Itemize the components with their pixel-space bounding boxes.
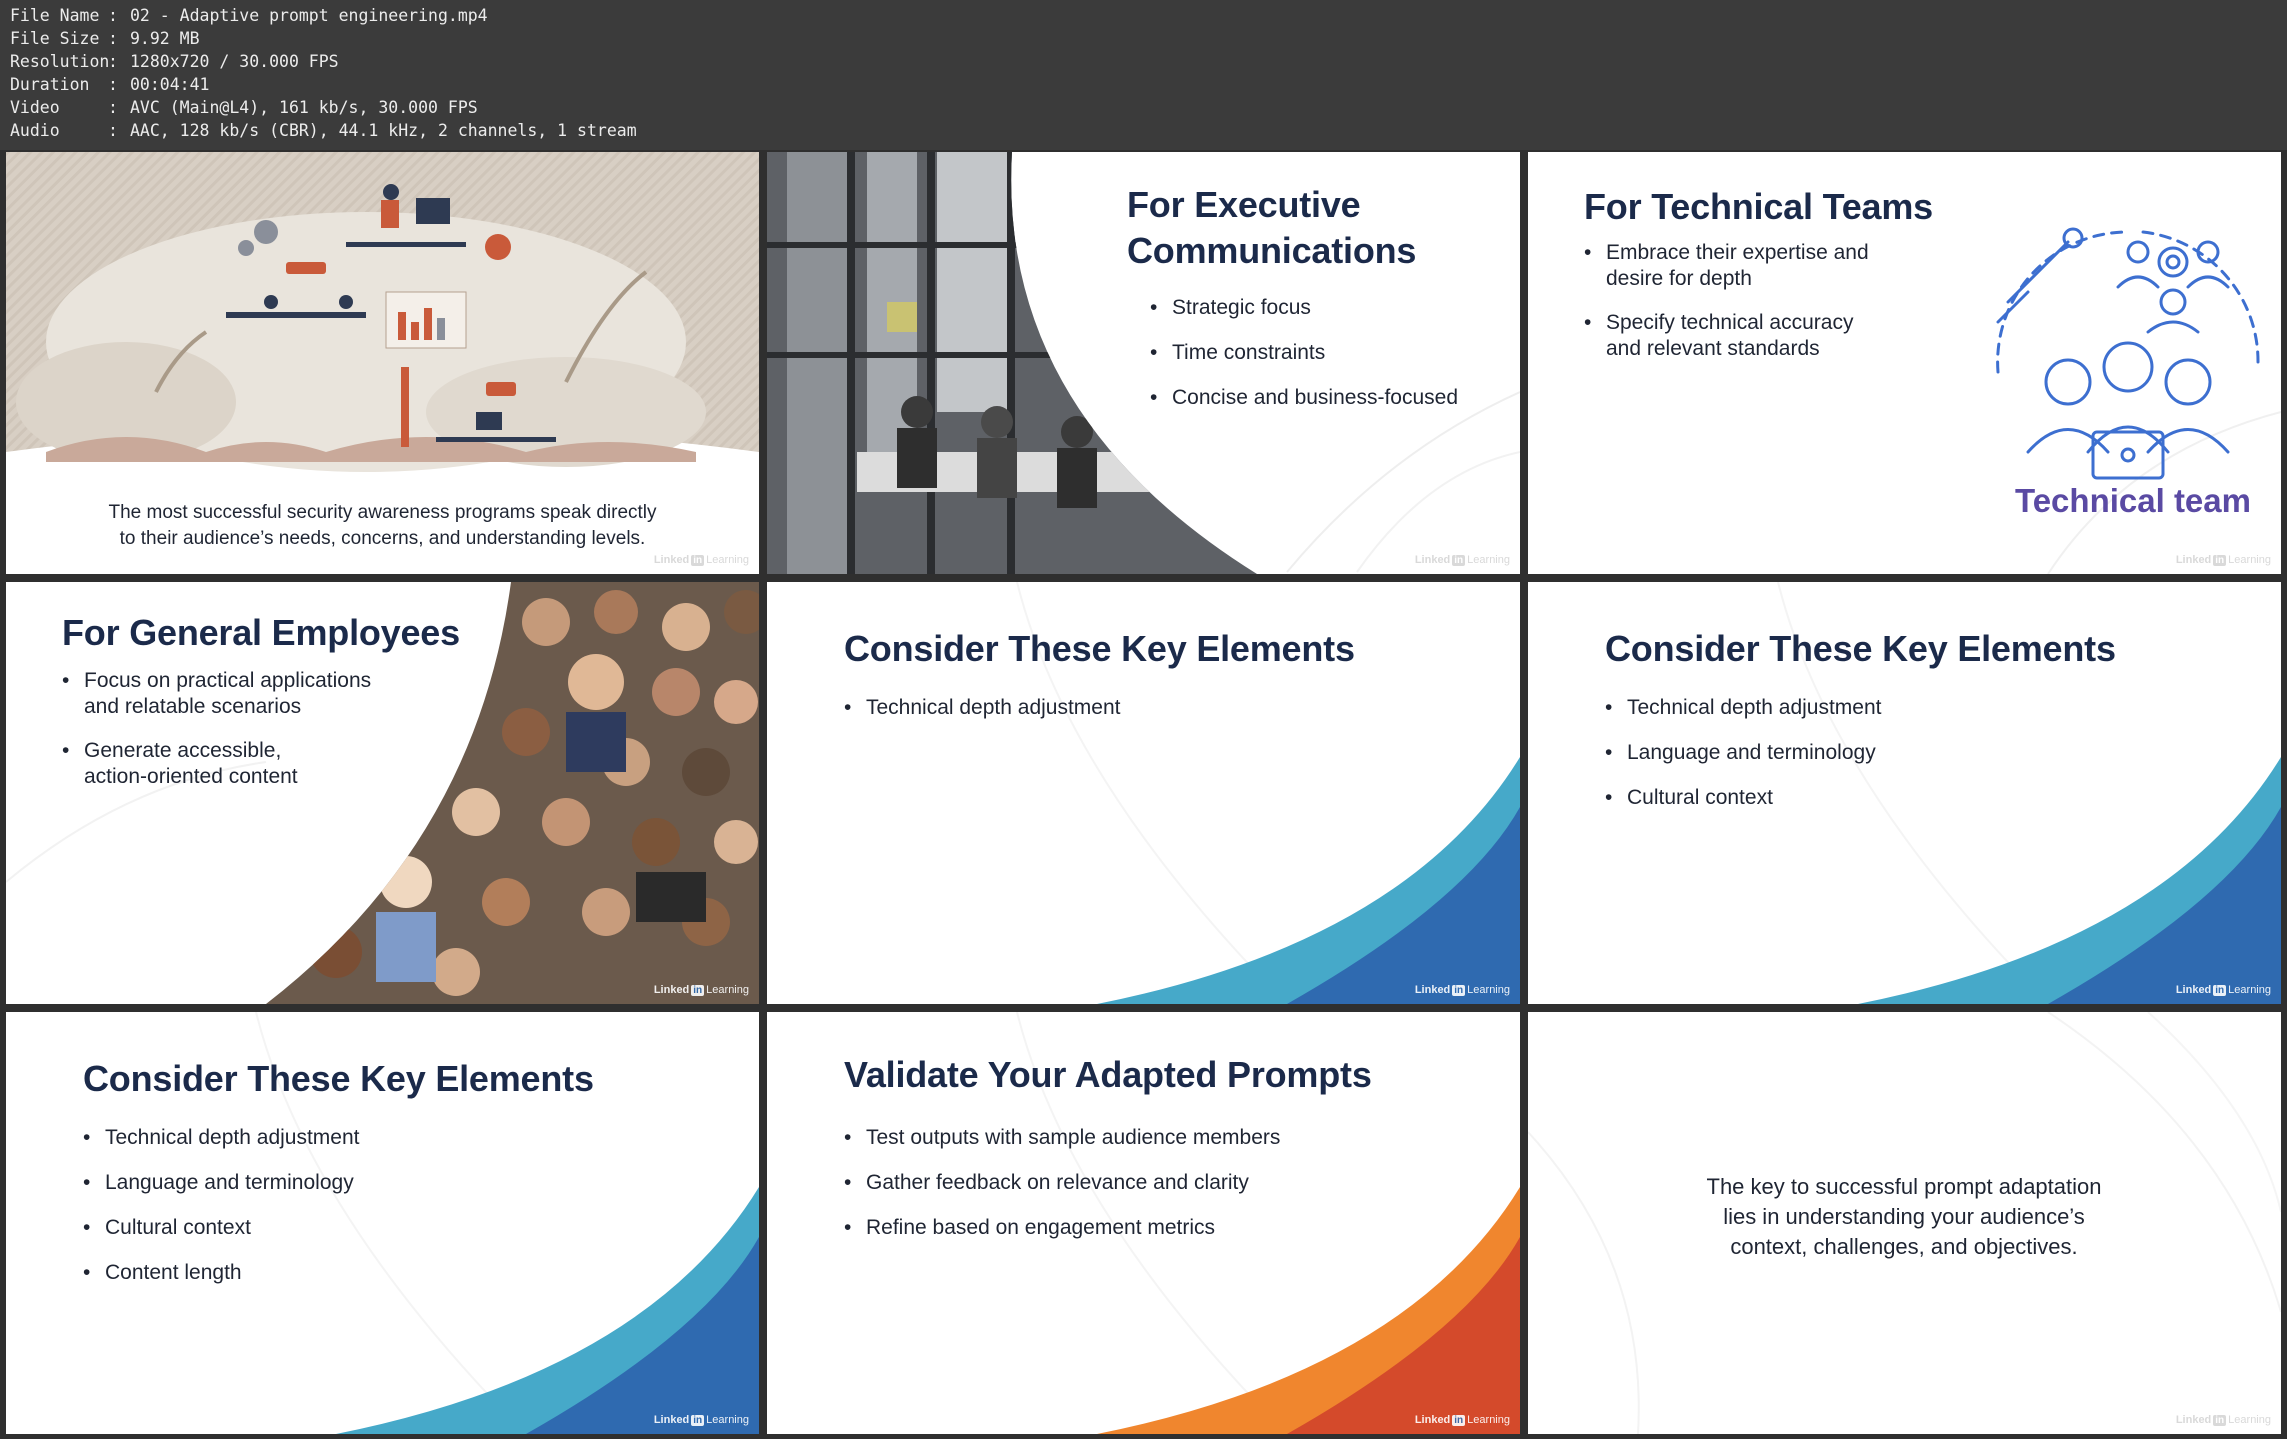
slide-thumbnail-3[interactable]: For Technical Teams Embrace their expert… (1528, 152, 2281, 574)
linkedin-learning-logo: Linked in Learning (2175, 984, 2271, 996)
linkedin-learning-logo: Linked in Learning (1414, 984, 1510, 996)
slide-title: For Technical Teams (1584, 186, 1933, 227)
closing-statement: The key to successful prompt adaptation … (1706, 1174, 2102, 1259)
linkedin-learning-logo: Linked in Learning (653, 1414, 749, 1426)
wrench-icon (1996, 227, 2084, 324)
slide-title: For General Employees (62, 612, 460, 653)
slide-thumbnail-1[interactable]: The most successful security awareness p… (6, 152, 759, 574)
file-info-panel: File Name:02 - Adaptive prompt engineeri… (0, 0, 2287, 150)
linkedin-learning-logo: Linked in Learning (1414, 1414, 1510, 1426)
slide-thumbnail-4[interactable]: For General Employees Focus on practical… (6, 582, 759, 1004)
file-info-row: Audio: AAC, 128 kb/s (CBR), 44.1 kHz, 2 c… (10, 121, 637, 140)
bullet-list: Test outputs with sample audience member… (844, 1124, 1484, 1259)
file-info-row: File Size:9.92 MB (10, 29, 200, 48)
bullet-item: Cultural context (83, 1214, 683, 1241)
bullet-item: Cultural context (1605, 784, 2205, 811)
gear-icon (2157, 246, 2189, 278)
linkedin-learning-logo: Linked in Learning (2175, 554, 2271, 566)
slide-title: Consider These Key Elements (1605, 628, 2116, 669)
file-info-row: File Name:02 - Adaptive prompt engineeri… (10, 6, 488, 25)
bullet-list: Technical depth adjustment Language and … (83, 1124, 683, 1304)
bullet-item: Technical depth adjustment (1605, 694, 2205, 721)
bullet-list: Embrace their expertise anddesire for de… (1584, 240, 1924, 380)
slide-thumbnail-5[interactable]: Consider These Key Elements Technical de… (767, 582, 1520, 1004)
bullet-item: Generate accessible,action-oriented cont… (62, 738, 392, 790)
bullet-item: Time constraints (1150, 339, 1510, 366)
bullet-item: Content length (83, 1259, 683, 1286)
bullet-list: Strategic focus Time constraints Concise… (1150, 294, 1510, 429)
file-info-row: Video: AVC (Main@L4), 161 kb/s, 30.000 FP… (10, 98, 478, 117)
bullet-item: Embrace their expertise anddesire for de… (1584, 240, 1924, 292)
file-info-row: Resolution: 1280x720 / 30.000 FPS (10, 52, 339, 71)
bullet-item: Test outputs with sample audience member… (844, 1124, 1484, 1151)
linkedin-learning-logo: Linked in Learning (1414, 554, 1510, 566)
bullet-list: Technical depth adjustment Language and … (1605, 694, 2205, 829)
slide-title: Consider These Key Elements (83, 1058, 594, 1099)
users-icon (2026, 240, 2230, 454)
slide-title: Validate Your Adapted Prompts (844, 1054, 1372, 1095)
laptop-icon (2091, 430, 2165, 480)
bullet-item: Technical depth adjustment (844, 694, 1444, 721)
illustration-label: Technical team (2015, 482, 2251, 519)
slide-thumbnail-6[interactable]: Consider These Key Elements Technical de… (1528, 582, 2281, 1004)
bullet-item: Concise and business-focused (1150, 384, 1510, 411)
linkedin-learning-logo: Linked in Learning (653, 984, 749, 996)
bullet-item: Focus on practical applicationsand relat… (62, 668, 392, 720)
linkedin-learning-logo: Linked in Learning (2175, 1414, 2271, 1426)
thumbnail-grid: The most successful security awareness p… (0, 150, 2287, 1439)
slide-thumbnail-2[interactable]: For Executive Communications Strategic f… (767, 152, 1520, 574)
bullet-item: Language and terminology (83, 1169, 683, 1196)
slide-thumbnail-9[interactable]: The key to successful prompt adaptation … (1528, 1012, 2281, 1434)
bullet-list: Focus on practical applicationsand relat… (62, 668, 392, 808)
bullet-item: Language and terminology (1605, 739, 2205, 766)
file-info-row: Duration:00:04:41 (10, 75, 210, 94)
slide-title: For Executive Communications (1127, 184, 1417, 271)
slide-caption: The most successful security awareness p… (108, 502, 657, 549)
bullet-item: Gather feedback on relevance and clarity (844, 1169, 1484, 1196)
bullet-list: Technical depth adjustment (844, 694, 1444, 739)
bullet-item: Strategic focus (1150, 294, 1510, 321)
linkedin-learning-logo: Linked in Learning (653, 554, 749, 566)
bullet-item: Specify technical accuracyand relevant s… (1584, 310, 1924, 362)
bullet-item: Refine based on engagement metrics (844, 1214, 1484, 1241)
slide-thumbnail-7[interactable]: Consider These Key Elements Technical de… (6, 1012, 759, 1434)
slide-thumbnail-8[interactable]: Validate Your Adapted Prompts Test outpu… (767, 1012, 1520, 1434)
bullet-item: Technical depth adjustment (83, 1124, 683, 1151)
slide-title: Consider These Key Elements (844, 628, 1355, 669)
